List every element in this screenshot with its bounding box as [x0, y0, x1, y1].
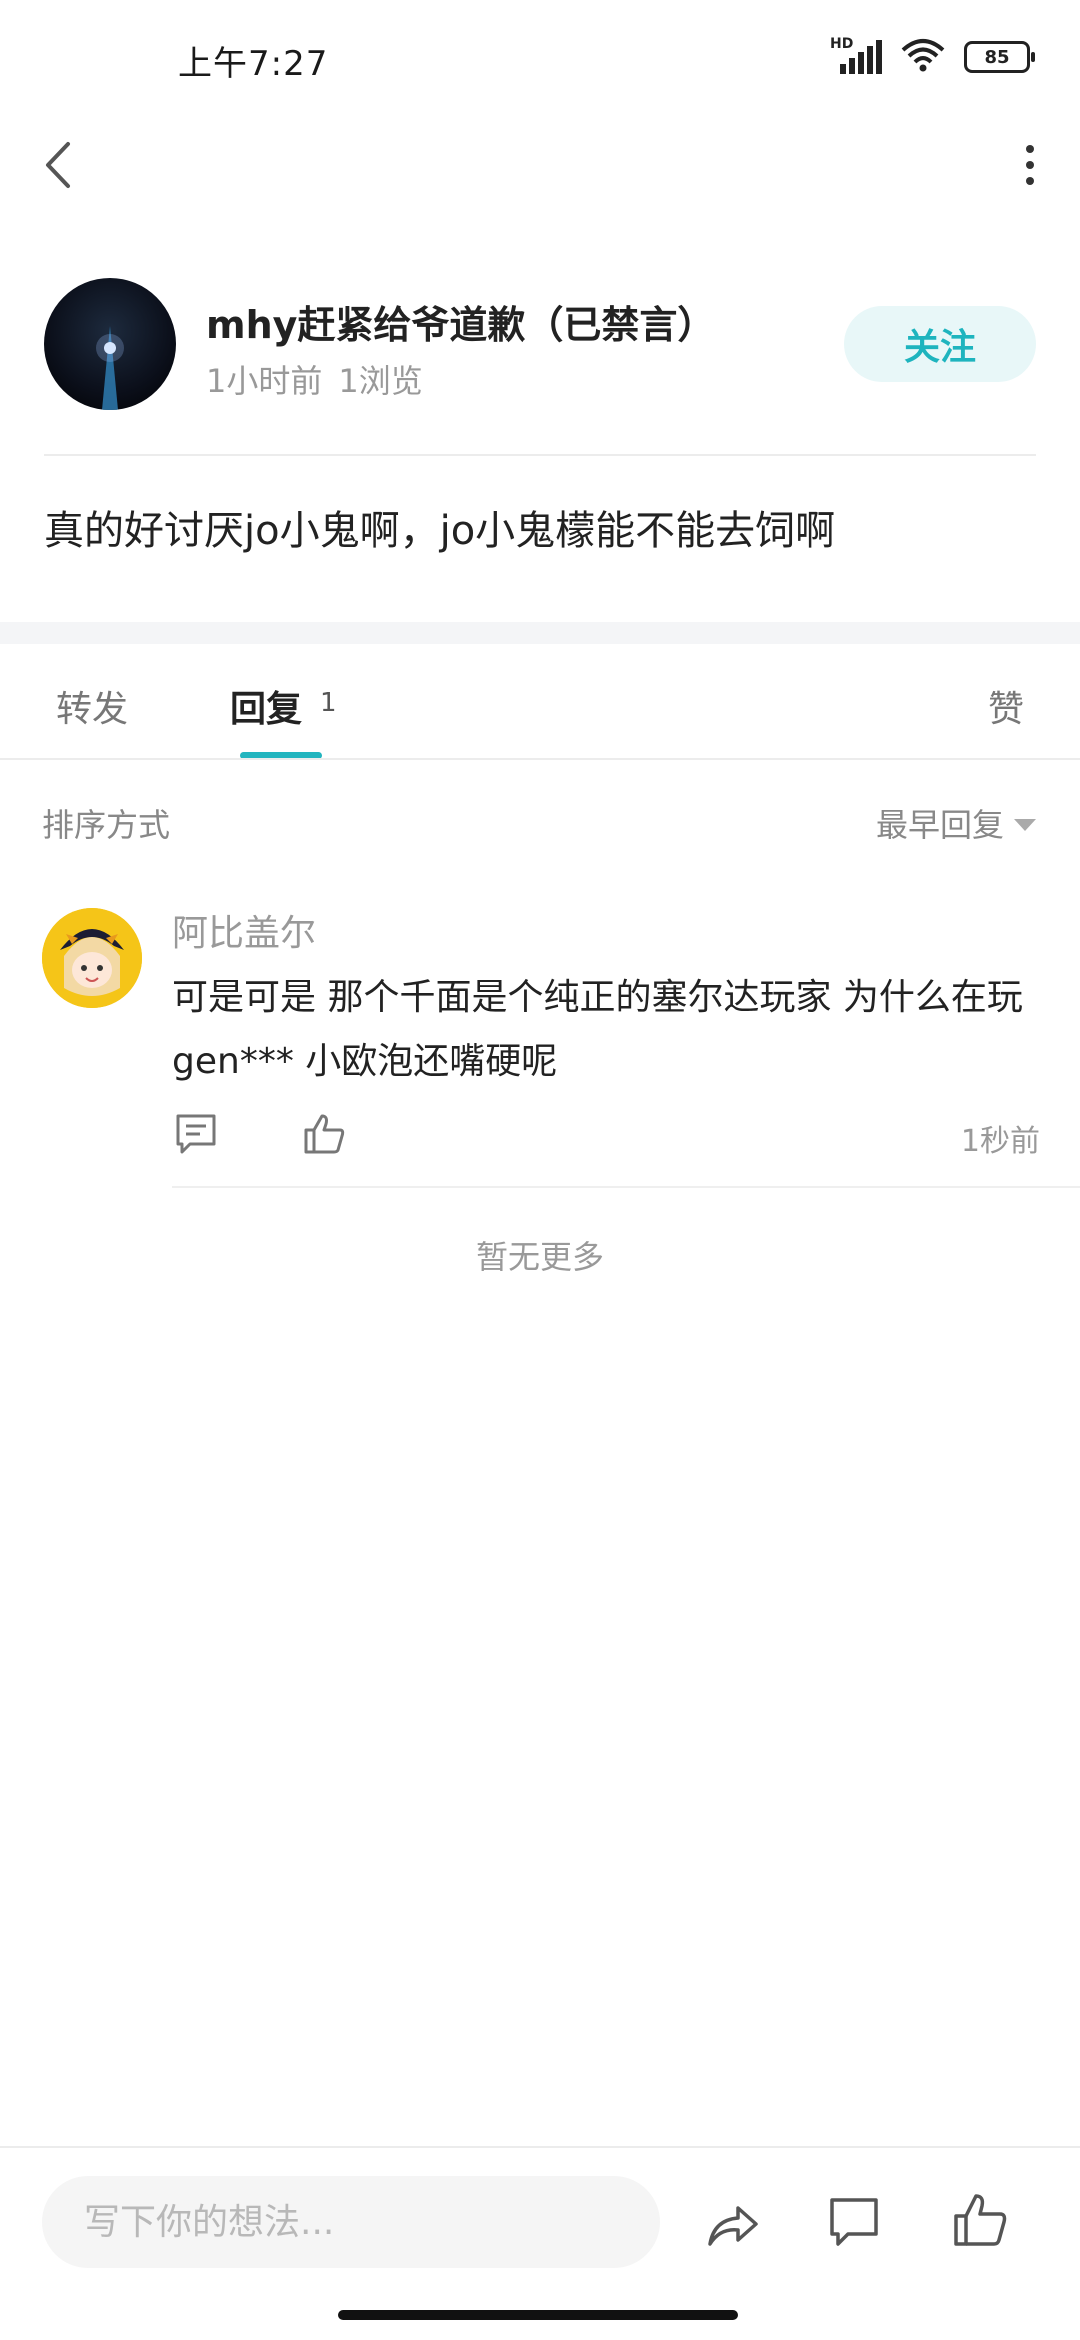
- author-meta: 1小时前 1浏览: [206, 356, 439, 402]
- status-icons: HD 85: [830, 36, 1035, 76]
- sort-value: 最早回复: [875, 806, 1004, 844]
- view-count: 1浏览: [338, 362, 423, 400]
- comment-time: 1秒前: [960, 1124, 1040, 1159]
- sort-select[interactable]: 最早回复: [876, 800, 1036, 846]
- more-dot-icon: [1026, 145, 1034, 153]
- chevron-left-icon: [46, 142, 70, 188]
- follow-button[interactable]: 关注: [844, 306, 1036, 382]
- post-time: 1小时前: [206, 362, 323, 400]
- caret-down-icon: [1014, 819, 1036, 831]
- share-icon[interactable]: [704, 2196, 760, 2252]
- wifi-icon: [900, 38, 946, 76]
- post-content: 真的好讨厌jo小鬼啊，jo小鬼檬能不能去饲啊: [44, 508, 836, 554]
- comment-avatar[interactable]: [42, 908, 142, 1008]
- tabs-divider: [0, 758, 1080, 760]
- comment-bubble-icon[interactable]: [826, 2194, 882, 2250]
- home-indicator[interactable]: [338, 2310, 738, 2320]
- bottom-bar-divider: [0, 2146, 1080, 2148]
- comment-text: 可是可是 那个千面是个纯正的塞尔达玩家 为什么在玩gen*** 小欧泡还嘴硬呢: [172, 977, 1023, 1082]
- battery-level: 85: [984, 46, 1010, 68]
- tab-like[interactable]: 赞: [988, 680, 1024, 732]
- comment-divider: [172, 1186, 1080, 1188]
- tab-reply[interactable]: 回复: [230, 680, 302, 732]
- author-name[interactable]: mhy赶紧给爷道歉（已禁言）: [206, 294, 715, 349]
- reply-count-badge: 1: [320, 688, 337, 718]
- more-options-button[interactable]: [1020, 145, 1040, 185]
- section-separator: [0, 622, 1080, 644]
- comment-input-container[interactable]: [42, 2176, 660, 2268]
- avatar-image: [42, 908, 142, 1008]
- sort-label: 排序方式: [42, 806, 171, 844]
- author-avatar[interactable]: [44, 278, 176, 410]
- comment-username[interactable]: 阿比盖尔: [172, 904, 316, 956]
- back-button[interactable]: [40, 140, 80, 190]
- no-more-text: 暂无更多: [475, 1238, 604, 1276]
- thumbs-up-icon[interactable]: [302, 1112, 346, 1156]
- signal-icon: HD: [830, 36, 882, 74]
- reply-icon[interactable]: [174, 1112, 218, 1156]
- comment-input[interactable]: [82, 2200, 660, 2244]
- more-dot-icon: [1026, 177, 1034, 185]
- more-dot-icon: [1026, 161, 1034, 169]
- header-divider: [44, 454, 1036, 456]
- battery-icon: 85: [964, 41, 1035, 73]
- avatar-image: [96, 326, 124, 410]
- tab-forward[interactable]: 转发: [56, 680, 128, 732]
- status-time: 上午7:27: [178, 44, 329, 84]
- like-icon[interactable]: [952, 2192, 1008, 2248]
